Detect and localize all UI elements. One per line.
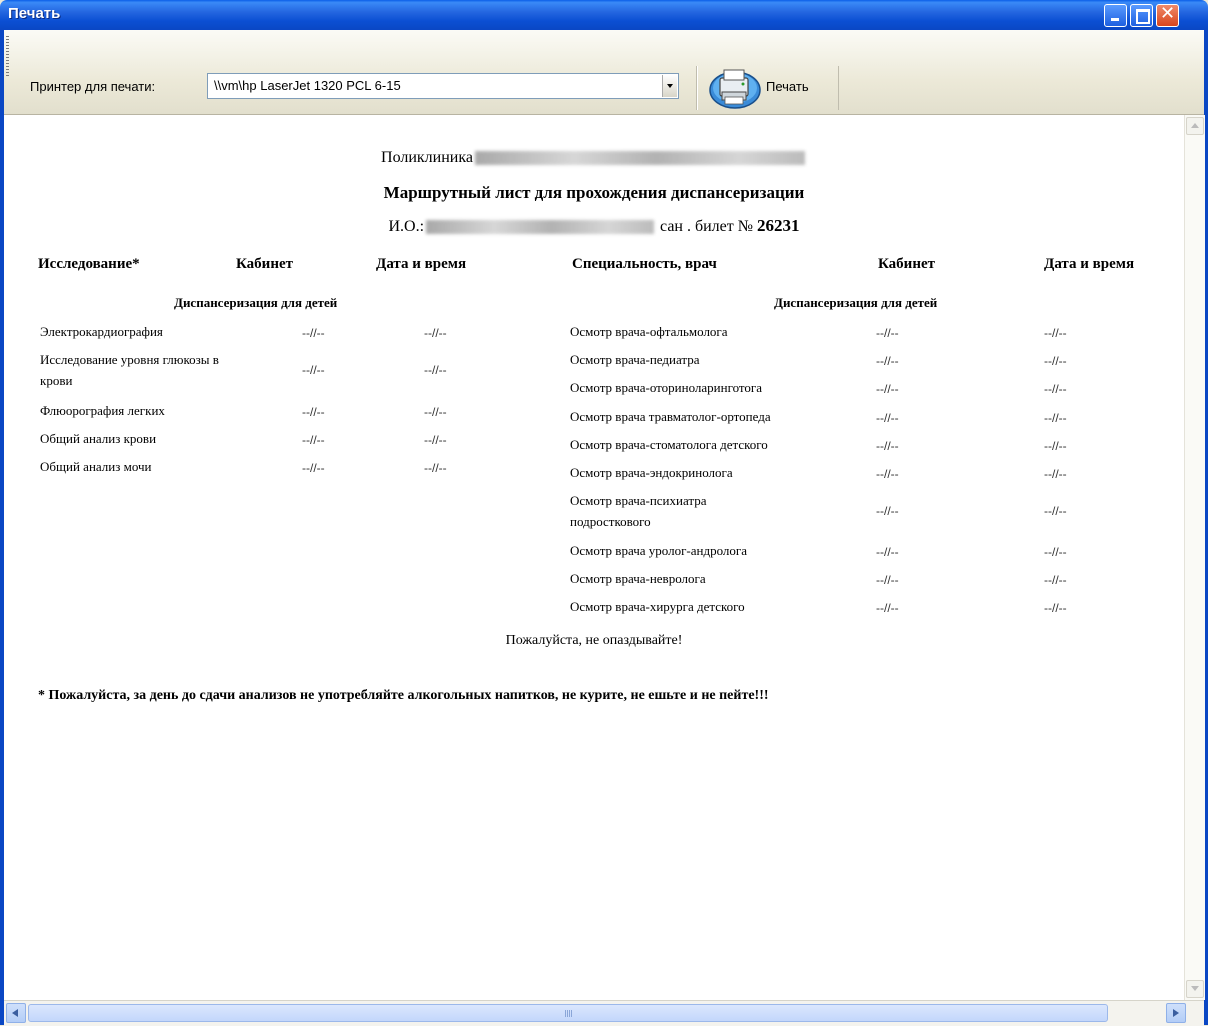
right-row-datetime: --//-- [1044,382,1067,396]
right-row-name: Осмотр врача уролог-андролога [570,543,747,558]
print-button[interactable]: Печать [704,64,834,110]
right-row-cabinet: --//-- [876,601,899,615]
scroll-down-button[interactable] [1186,980,1204,998]
print-button-label: Печать [766,79,809,94]
right-row-cabinet: --//-- [876,504,899,518]
clinic-label: Поликлиника [381,149,473,166]
minimize-icon [1111,18,1119,21]
redacted-clinic-name [474,151,805,166]
maximize-icon [1136,9,1150,24]
left-row-datetime: --//-- [424,433,447,447]
right-row-name: Осмотр врача-оториноларинготога [570,380,763,395]
window-title: Печать [8,5,61,22]
horizontal-scroll-thumb[interactable] [28,1004,1108,1022]
left-row-datetime: --//-- [424,461,447,475]
left-row-name: Исследование уровня глюкозы в [40,352,219,367]
right-row-name: Осмотр врача-стоматолога детского [570,437,768,452]
title-bar: Печать ✕ [0,0,1208,30]
left-header-cabinet: Кабинет [236,256,293,272]
left-section-title: Диспансеризация для детей [174,295,338,310]
right-header-specialty: Специальность, врач [572,256,717,272]
document-viewport[interactable]: Поликлиника Маршрутный лист для прохожде… [4,115,1184,1000]
grip-icon [565,1010,573,1017]
clinic-line: Поликлиника [4,149,1184,167]
right-row-datetime: --//-- [1044,573,1067,587]
right-row-cabinet: --//-- [876,326,899,340]
right-row-name: Осмотр врача-невролога [570,571,706,586]
left-row-datetime: --//-- [424,405,447,419]
right-row-cabinet: --//-- [876,354,899,368]
printer-select-value: \\vm\hp LaserJet 1320 PCL 6-15 [214,78,401,93]
right-row-name: Осмотр врача-офтальмолога [570,324,728,339]
right-row-name: Осмотр врача травматолог-ортопеда [570,409,771,424]
toolbar-separator-2 [838,66,839,110]
print-preview-document: Поликлиника Маршрутный лист для прохожде… [4,115,1184,1000]
vertical-scrollbar[interactable] [1184,115,1205,1000]
patient-line: И.О.: сан . билет № 26231 [4,216,1184,236]
minimize-button[interactable] [1104,4,1127,27]
close-button[interactable]: ✕ [1156,3,1179,27]
patient-prefix: И.О.: [388,218,425,235]
left-row-cabinet: --//-- [302,363,325,377]
left-row-name: Общий анализ крови [40,431,157,446]
left-header-study: Исследование* [38,256,140,272]
left-row-datetime: --//-- [424,363,447,377]
right-row-datetime: --//-- [1044,411,1067,425]
scroll-up-button[interactable] [1186,117,1204,135]
right-row-datetime: --//-- [1044,545,1067,559]
right-row-cabinet: --//-- [876,545,899,559]
ticket-number: 26231 [757,216,800,235]
left-row-cabinet: --//-- [302,405,325,419]
toolbar-separator [696,66,698,110]
right-row-datetime: --//-- [1044,601,1067,615]
printer-icon [709,69,761,109]
scroll-right-button[interactable] [1166,1003,1186,1023]
right-row-name: Осмотр врача-хирурга детского [570,599,745,614]
right-row-datetime: --//-- [1044,354,1067,368]
right-row-name-cont: подросткового [570,514,651,529]
ticket-label: сан . билет № [660,218,754,235]
right-row-datetime: --//-- [1044,504,1067,518]
toolbar-grip[interactable] [6,36,9,76]
right-header-datetime: Дата и время [1044,256,1135,272]
please-note: Пожалуйста, не опаздывайте! [505,633,683,648]
footnote: * Пожалуйста, за день до сдачи анализов … [38,688,769,703]
chevron-down-icon[interactable] [662,75,677,97]
left-row-cabinet: --//-- [302,433,325,447]
right-row-name: Осмотр врача-психиатра [570,493,707,508]
right-row-name: Осмотр врача-педиатра [570,352,700,367]
printer-select[interactable]: \\vm\hp LaserJet 1320 PCL 6-15 [207,73,679,99]
left-row-datetime: --//-- [424,326,447,340]
right-row-cabinet: --//-- [876,439,899,453]
scroll-left-button[interactable] [6,1003,26,1023]
right-row-name: Осмотр врача-эндокринолога [570,465,733,480]
maximize-button[interactable] [1130,4,1153,27]
right-row-cabinet: --//-- [876,411,899,425]
left-row-cabinet: --//-- [302,326,325,340]
document-title: Маршрутный лист для прохождения диспансе… [383,183,805,202]
right-section-title: Диспансеризация для детей [774,295,938,310]
close-icon: ✕ [1159,3,1176,24]
right-header-cabinet: Кабинет [878,256,935,272]
redacted-patient-name [426,220,655,235]
left-row-name: Электрокардиография [40,324,163,339]
left-row-cabinet: --//-- [302,461,325,475]
printer-label: Принтер для печати: [30,79,156,94]
left-header-datetime: Дата и время [376,256,467,272]
right-row-cabinet: --//-- [876,382,899,396]
left-row-name: Флюорография легких [40,403,165,418]
left-row-name-cont: крови [40,373,73,388]
right-row-datetime: --//-- [1044,326,1067,340]
right-row-cabinet: --//-- [876,573,899,587]
left-row-name: Общий анализ мочи [40,459,152,474]
right-row-datetime: --//-- [1044,439,1067,453]
right-row-cabinet: --//-- [876,467,899,481]
right-row-datetime: --//-- [1044,467,1067,481]
horizontal-scrollbar[interactable] [4,1000,1204,1026]
